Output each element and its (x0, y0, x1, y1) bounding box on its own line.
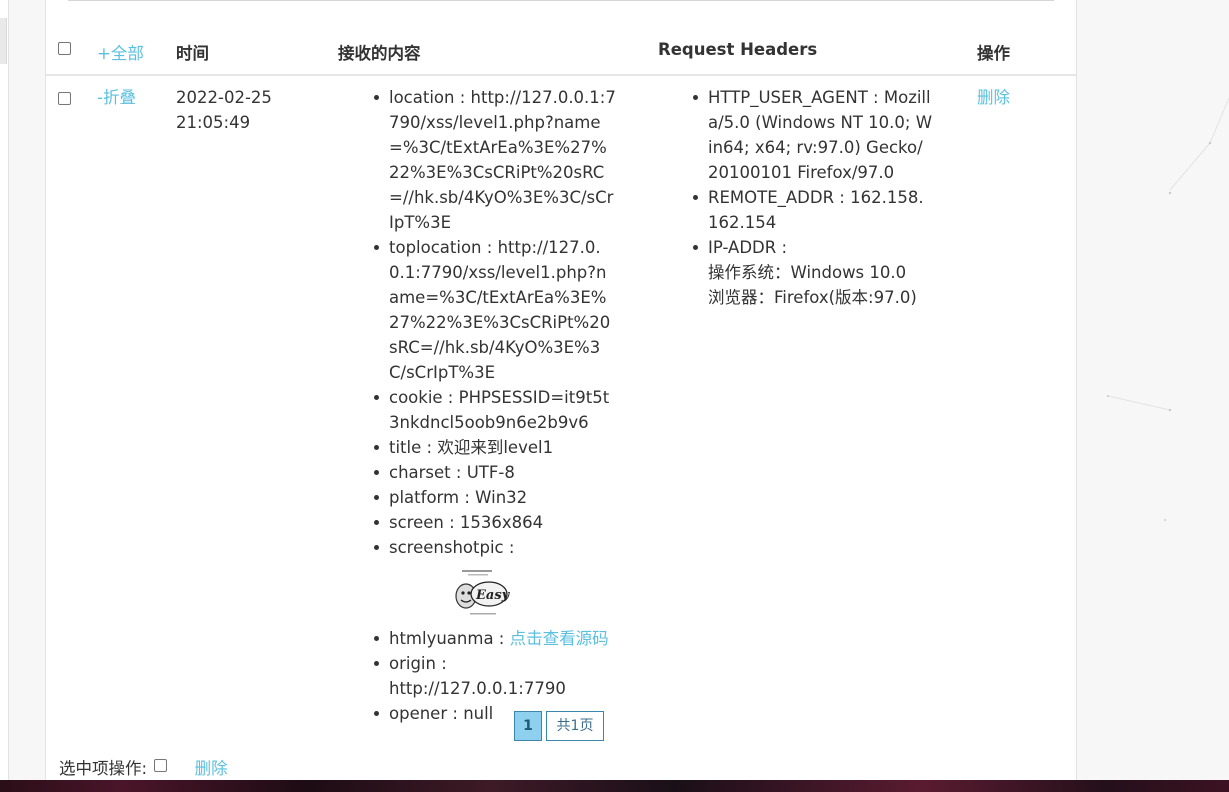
os-info: 操作系统：Windows 10.0 (708, 263, 907, 282)
bulk-select-checkbox[interactable] (154, 759, 168, 772)
field-key: title (389, 438, 422, 457)
table-header: +全部 时间 接收的内容 Request Headers 操作 (46, 30, 1076, 76)
easy-meme-icon: Easy (452, 568, 514, 618)
list-item: cookie : PHPSESSID=it9t5t3nkdncl5oob9n6e… (374, 385, 616, 435)
headers-list: HTTP_USER_AGENT : Mozilla/5.0 (Windows N… (693, 85, 933, 310)
page-1-button[interactable]: 1 (514, 711, 542, 741)
field-value: null (463, 704, 494, 723)
field-value: http://127.0.0.1:7790/xss/level1.php?nam… (389, 88, 616, 232)
field-value: 欢迎来到level1 (437, 438, 554, 457)
content-cell: location : http://127.0.0.1:7790/xss/lev… (374, 85, 616, 726)
field-key: charset (389, 463, 451, 482)
content-list: location : http://127.0.0.1:7790/xss/lev… (374, 85, 616, 726)
list-item: htmlyuanma : 点击查看源码 (374, 626, 616, 651)
list-item: screenshotpic : Easy (374, 535, 616, 618)
field-key: screen (389, 513, 444, 532)
field-value: 1536x864 (459, 513, 544, 532)
left-sidebar-edge (0, 0, 9, 780)
divider (68, 0, 1054, 1)
field-key: toplocation (389, 238, 482, 257)
row-time: 21:05:49 (176, 113, 251, 132)
bulk-actions: 选中项操作: 删除 (59, 755, 228, 779)
sidebar-tab[interactable] (0, 18, 7, 64)
list-item: charset : UTF-8 (374, 460, 616, 485)
row-timestamp: 2022-02-25 21:05:49 (176, 85, 272, 135)
field-key: screenshotpic (389, 538, 504, 557)
list-item: toplocation : http://127.0.0.1:7790/xss/… (374, 235, 616, 385)
screenshot-thumbnail[interactable]: Easy (452, 568, 514, 618)
list-item: origin : http://127.0.0.1:7790 (374, 651, 616, 701)
select-all-checkbox[interactable] (58, 42, 71, 55)
headers-cell: HTTP_USER_AGENT : Mozilla/5.0 (Windows N… (693, 85, 933, 310)
background-decoration (1107, 97, 1229, 521)
list-item: title : 欢迎来到level1 (374, 435, 616, 460)
svg-text:Easy: Easy (475, 588, 511, 603)
request-headers-header: Request Headers (658, 40, 818, 59)
field-key: opener (389, 704, 448, 723)
field-key: location (389, 88, 455, 107)
header-key: REMOTE_ADDR (708, 188, 835, 207)
desktop-taskbar (0, 780, 1229, 792)
field-value: UTF-8 (466, 463, 515, 482)
page-total: 共1页 (546, 711, 604, 741)
field-key: origin (389, 654, 436, 673)
records-panel: +全部 时间 接收的内容 Request Headers 操作 -折叠 2022… (45, 0, 1077, 780)
header-key: HTTP_USER_AGENT (708, 88, 868, 107)
bulk-delete-link[interactable]: 删除 (195, 759, 228, 778)
time-header: 时间 (176, 44, 209, 63)
row-checkbox[interactable] (58, 92, 71, 105)
field-key: htmlyuanma (389, 629, 494, 648)
list-item: IP-ADDR : 操作系统：Windows 10.0 浏览器：Firefox(… (693, 235, 933, 310)
actions-header: 操作 (977, 44, 1010, 63)
expand-all-link[interactable]: +全部 (97, 40, 144, 64)
field-key: platform (389, 488, 460, 507)
list-item: screen : 1536x864 (374, 510, 616, 535)
delete-row-link[interactable]: 删除 (977, 85, 1010, 110)
collapse-link[interactable]: -折叠 (97, 85, 136, 110)
row-date: 2022-02-25 (176, 88, 272, 107)
list-item: platform : Win32 (374, 485, 616, 510)
content-header: 接收的内容 (338, 44, 421, 63)
list-item: HTTP_USER_AGENT : Mozilla/5.0 (Windows N… (693, 85, 933, 185)
field-value: Win32 (475, 488, 528, 507)
list-item: REMOTE_ADDR : 162.158.162.154 (693, 185, 933, 235)
header-key: IP-ADDR (708, 238, 777, 257)
field-value: http://127.0.0.1:7790 (389, 679, 566, 698)
browser-info: 浏览器：Firefox(版本:97.0) (708, 288, 917, 307)
bulk-actions-label: 选中项操作: (59, 759, 148, 778)
view-source-link[interactable]: 点击查看源码 (510, 629, 609, 648)
field-key: cookie (389, 388, 443, 407)
field-value: http://127.0.0.1:7790/xss/level1.php?nam… (389, 238, 611, 382)
list-item: location : http://127.0.0.1:7790/xss/lev… (374, 85, 616, 235)
